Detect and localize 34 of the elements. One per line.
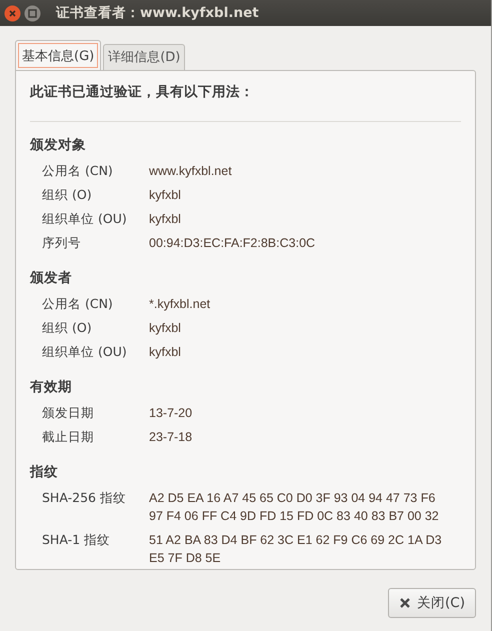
window-title: 证书查看者：www.kyfxbl.net (56, 4, 259, 22)
field-label: 组织单位 (OU) (41, 210, 128, 228)
field-value: kyfxbl (149, 211, 181, 228)
section-heading: 颁发对象 (30, 136, 87, 154)
field-value: kyfxbl (149, 187, 181, 204)
section-heading: 颁发者 (30, 269, 73, 287)
field-value: 13-7-20 (149, 405, 192, 422)
close-icon[interactable] (4, 4, 21, 22)
section-heading: 指纹 (30, 463, 59, 481)
field-label: 组织单位 (OU) (41, 343, 128, 361)
field-label: SHA-256 指纹 (41, 489, 127, 507)
tab[interactable]: 基本信息(G) (15, 40, 102, 70)
tab[interactable]: 详细信息(D) (103, 44, 186, 70)
field-label: 公用名 (CN) (41, 162, 114, 180)
field-label: 序列号 (41, 234, 82, 252)
field-label: 组织 (O) (41, 319, 93, 337)
field-label: 截止日期 (41, 428, 95, 446)
field-value: A2 D5 EA 16 A7 45 65 C0 D0 3F 93 04 94 47 73 F6 97 F4 06 FF C4 9D FD 15 FD 0C 83 40 83 B7 00 32 (149, 490, 439, 525)
verification-text: 此证书已通过验证，具有以下用法： (30, 83, 255, 101)
field-value: kyfxbl (149, 344, 181, 361)
field-value: kyfxbl (149, 320, 181, 337)
field-value: 00:94:D3:EC:FA:F2:8B:C3:0C (149, 235, 316, 252)
field-label: 组织 (O) (41, 186, 93, 204)
close-button[interactable]: 关闭(C) (388, 588, 476, 618)
minimize-icon[interactable] (24, 4, 41, 22)
field-label: SHA-1 指纹 (41, 531, 112, 549)
section-heading: 有效期 (30, 378, 73, 396)
field-value: 23-7-18 (149, 429, 192, 446)
field-value: www.kyfxbl.net (149, 163, 232, 180)
close-icon (399, 597, 412, 609)
field-value: 51 A2 BA 83 D4 BF 62 3C E1 62 F9 C6 69 2C 1A D3 E5 7F D8 5E (149, 532, 442, 567)
field-value: *.kyfxbl.net (149, 296, 210, 313)
field-label: 颁发日期 (41, 404, 95, 422)
field-label: 公用名 (CN) (41, 295, 114, 313)
